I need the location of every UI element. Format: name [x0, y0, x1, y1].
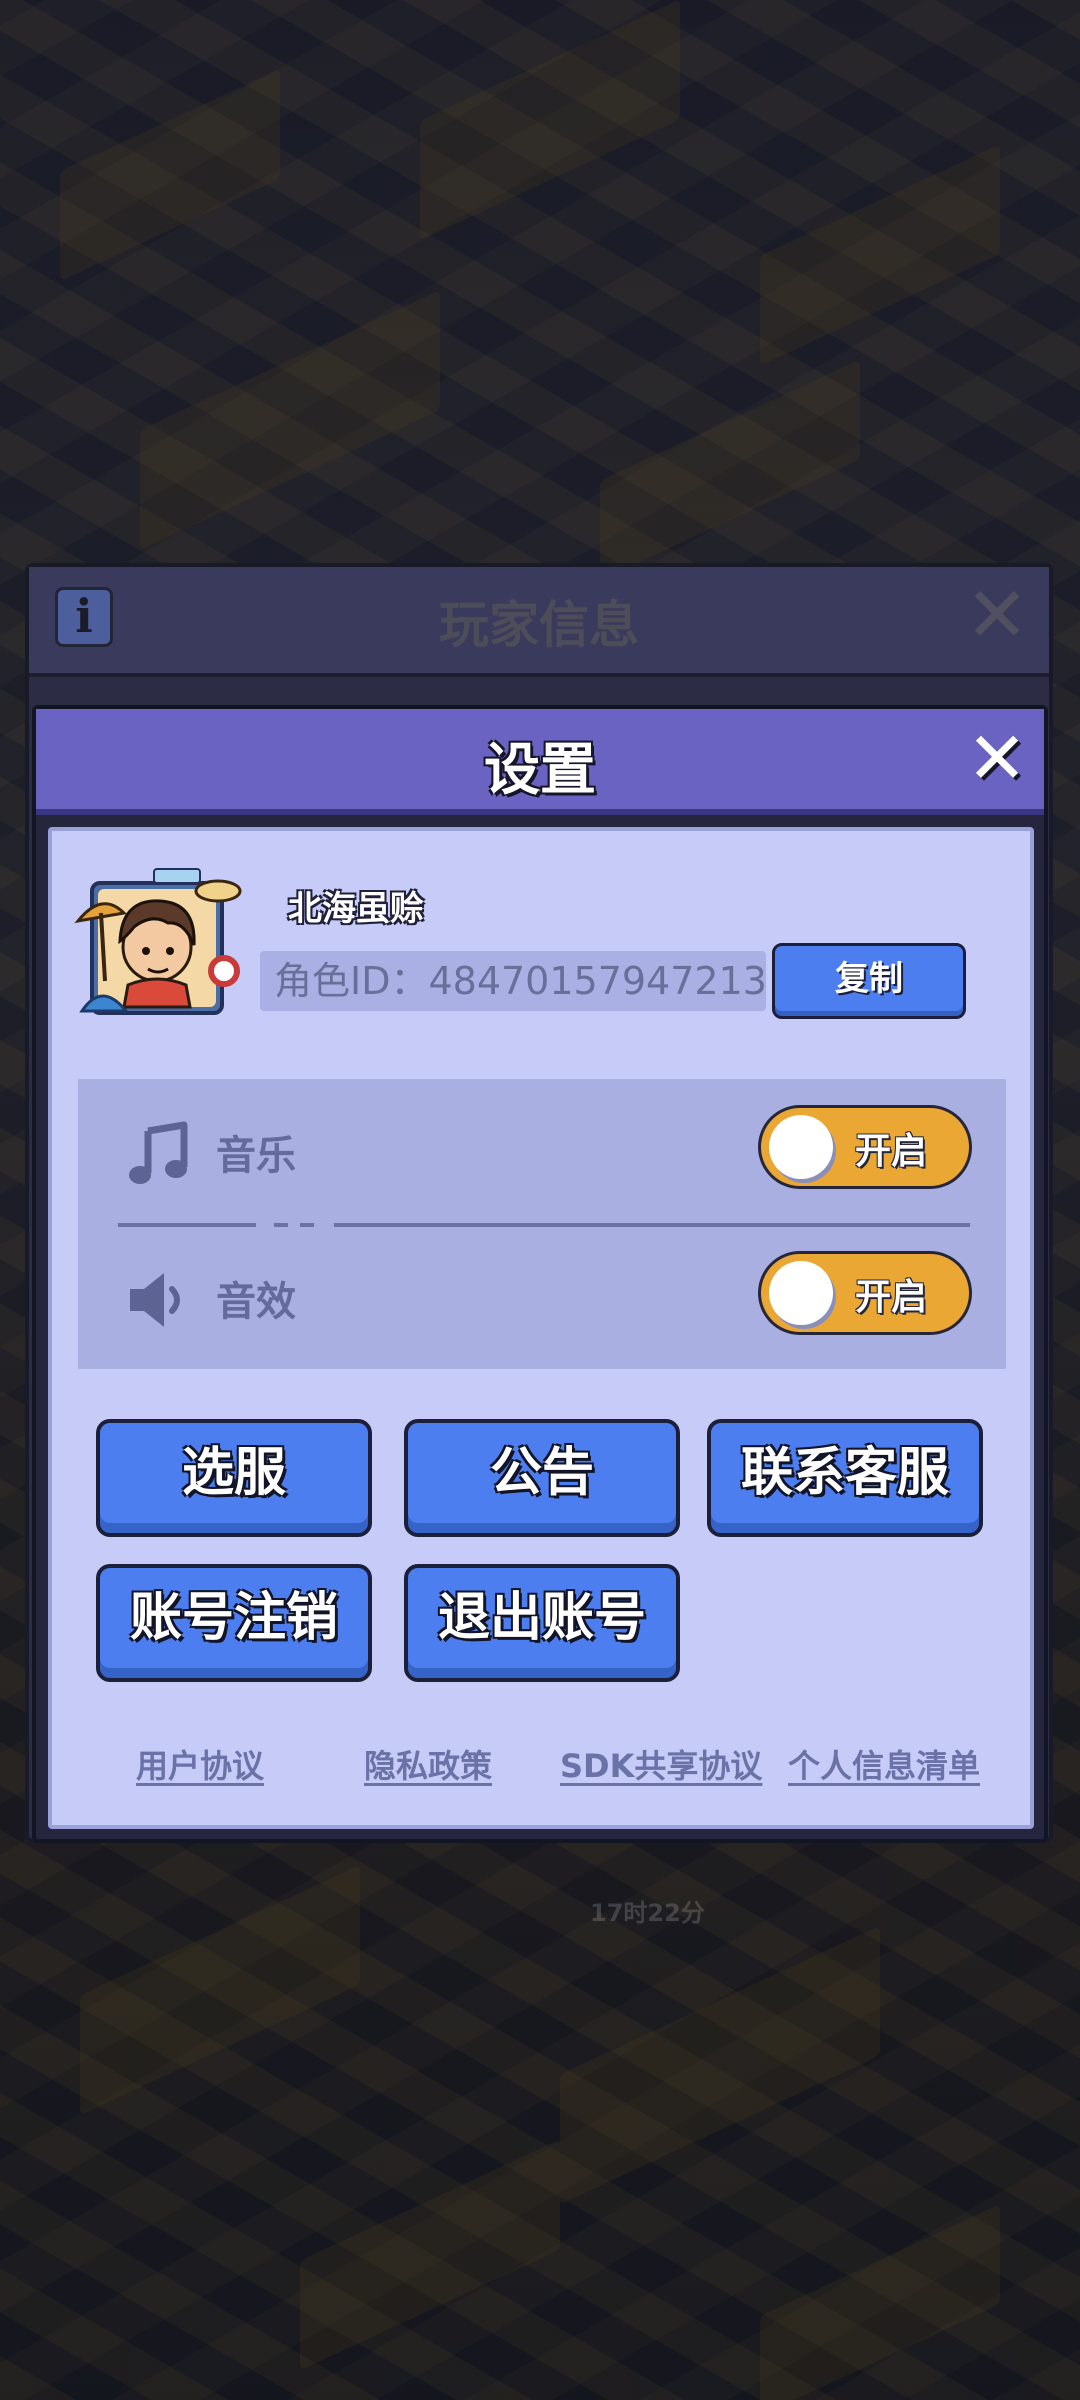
- sfx-row: 音效 开启: [78, 1237, 1006, 1357]
- music-note-icon: [126, 1121, 192, 1187]
- avatar[interactable]: [72, 861, 242, 1031]
- user-agreement-link[interactable]: 用户协议: [136, 1741, 264, 1787]
- close-icon[interactable]: ✕: [959, 577, 1035, 653]
- audio-divider: [118, 1223, 970, 1227]
- music-label: 音乐: [216, 1133, 296, 1179]
- sdk-agreement-link[interactable]: SDK共享协议: [560, 1741, 762, 1787]
- settings-title: 设置: [484, 738, 596, 803]
- select-server-button[interactable]: 选服: [96, 1419, 372, 1537]
- delete-account-button[interactable]: 账号注销: [96, 1564, 372, 1682]
- audio-settings: 音乐 开启 音效 开启: [78, 1079, 1006, 1369]
- music-toggle[interactable]: 开启: [758, 1105, 972, 1189]
- toggle-knob: [769, 1115, 833, 1179]
- settings-body: 北海虽赊 角色ID：48470157947213 复制 音乐 开启 音效 开启 …: [48, 827, 1034, 1829]
- copy-button[interactable]: 复制: [772, 943, 966, 1019]
- player-info-header: i 玩家信息 ✕: [29, 567, 1049, 677]
- settings-header: 设置 ✕: [36, 709, 1044, 815]
- role-id: 角色ID：48470157947213: [260, 951, 766, 1011]
- sfx-toggle-state: 开启: [855, 1277, 928, 1318]
- music-row: 音乐 开启: [78, 1091, 1006, 1211]
- settings-dialog: 设置 ✕ 北海虽赊 角色ID：48470157947213 复制 音乐 开启 音…: [32, 705, 1048, 1843]
- logout-button[interactable]: 退出账号: [404, 1564, 680, 1682]
- sfx-label: 音效: [216, 1279, 296, 1325]
- contact-support-button[interactable]: 联系客服: [707, 1419, 983, 1537]
- music-toggle-state: 开启: [855, 1131, 928, 1172]
- background-timer: 17时22分: [590, 1899, 705, 1927]
- close-icon[interactable]: ✕: [962, 722, 1032, 794]
- player-info-title: 玩家信息: [439, 596, 639, 654]
- announcement-button[interactable]: 公告: [404, 1419, 680, 1537]
- speaker-icon: [126, 1267, 192, 1333]
- personal-info-list-link[interactable]: 个人信息清单: [788, 1741, 980, 1787]
- player-nickname: 北海虽赊: [288, 889, 424, 929]
- sfx-toggle[interactable]: 开启: [758, 1251, 972, 1335]
- toggle-knob: [769, 1261, 833, 1325]
- privacy-policy-link[interactable]: 隐私政策: [364, 1741, 492, 1787]
